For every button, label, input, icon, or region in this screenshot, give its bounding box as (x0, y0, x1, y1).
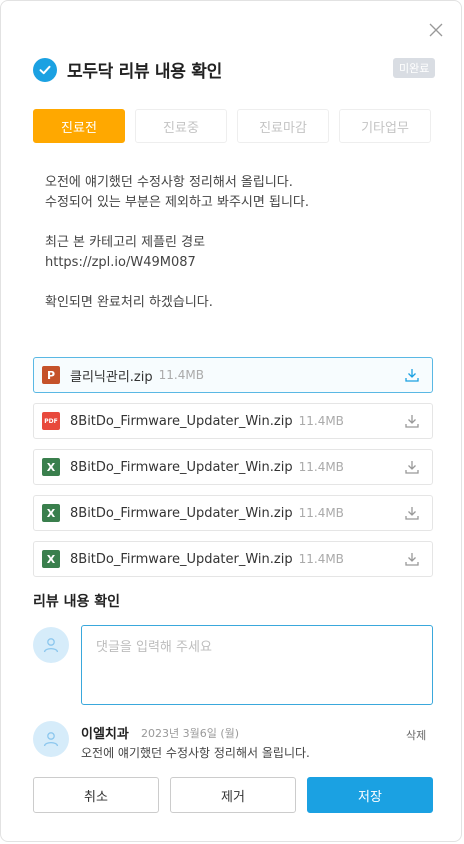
download-icon[interactable] (404, 459, 420, 475)
cancel-button[interactable]: 취소 (33, 777, 159, 813)
file-size: 11.4MB (298, 552, 344, 566)
download-icon[interactable] (404, 413, 420, 429)
message-line: 확인되면 완료처리 하겠습니다. (45, 295, 213, 310)
dialog-header: 모두닥 리뷰 내용 확인 (33, 57, 222, 82)
comment-input[interactable] (81, 625, 433, 705)
file-name: 8BitDo_Firmware_Updater_Win.zip (70, 459, 293, 475)
status-tabs: 진료전 진료중 진료마감 기타업무 (33, 109, 431, 143)
tab-treatment-closed[interactable]: 진료마감 (237, 109, 329, 143)
attachment-item[interactable]: P 클리닉관리.zip 11.4MB (33, 357, 433, 393)
message-line: 수정되어 있는 부분은 제외하고 봐주시면 됩니다. (45, 195, 309, 210)
dialog-title: 모두닥 리뷰 내용 확인 (67, 62, 222, 82)
message-body: 오전에 얘기했던 수정사항 정리해서 올립니다. 수정되어 있는 부분은 제외하… (45, 173, 425, 313)
comment-author: 이엘치과 (81, 727, 129, 742)
file-name: 8BitDo_Firmware_Updater_Win.zip (70, 413, 293, 429)
tab-before-treatment[interactable]: 진료전 (33, 109, 125, 143)
delete-comment-button[interactable]: 삭제 (406, 727, 426, 743)
pdf-file-icon: PDF (42, 412, 60, 430)
save-button[interactable]: 저장 (307, 777, 433, 813)
check-circle-icon (33, 57, 57, 82)
file-name: 8BitDo_Firmware_Updater_Win.zip (70, 551, 293, 567)
file-name: 클리닉관리.zip (70, 369, 153, 385)
close-icon[interactable] (425, 19, 447, 41)
excel-file-icon: X (42, 504, 60, 522)
commenter-avatar-icon (33, 721, 69, 757)
tab-other-tasks[interactable]: 기타업무 (339, 109, 431, 143)
comment-text: 오전에 얘기했던 수정사항 정리해서 올립니다. (81, 746, 310, 760)
file-size: 11.4MB (158, 368, 204, 382)
action-buttons: 취소 제거 저장 (33, 777, 433, 813)
file-size: 11.4MB (298, 460, 344, 474)
file-size: 11.4MB (298, 506, 344, 520)
download-icon[interactable] (404, 367, 420, 383)
attachment-item[interactable]: X 8BitDo_Firmware_Updater_Win.zip 11.4MB (33, 449, 433, 485)
tab-in-treatment[interactable]: 진료중 (135, 109, 227, 143)
comment-date: 2023년 3월6일 (월) (141, 727, 240, 740)
download-icon[interactable] (404, 505, 420, 521)
message-line: 오전에 얘기했던 수정사항 정리해서 올립니다. (45, 175, 293, 190)
user-avatar-icon (33, 627, 69, 663)
attachment-list: P 클리닉관리.zip 11.4MB PDF 8BitDo_Firmware_U… (33, 357, 433, 587)
remove-button[interactable]: 제거 (170, 777, 296, 813)
file-name: 8BitDo_Firmware_Updater_Win.zip (70, 505, 293, 521)
file-size: 11.4MB (298, 414, 344, 428)
message-line: 최근 본 카테고리 제플린 경로 (45, 235, 206, 250)
message-link[interactable]: https://zpl.io/W49M087 (45, 253, 425, 273)
review-dialog: 모두닥 리뷰 내용 확인 미완료 진료전 진료중 진료마감 기타업무 오전에 얘… (0, 0, 462, 842)
attachment-item[interactable]: X 8BitDo_Firmware_Updater_Win.zip 11.4MB (33, 495, 433, 531)
attachment-item[interactable]: X 8BitDo_Firmware_Updater_Win.zip 11.4MB (33, 541, 433, 577)
status-badge: 미완료 (393, 58, 436, 78)
powerpoint-file-icon: P (42, 366, 60, 384)
attachment-item[interactable]: PDF 8BitDo_Firmware_Updater_Win.zip 11.4… (33, 403, 433, 439)
excel-file-icon: X (42, 550, 60, 568)
download-icon[interactable] (404, 551, 420, 567)
excel-file-icon: X (42, 458, 60, 476)
review-section-title: 리뷰 내용 확인 (33, 594, 121, 610)
